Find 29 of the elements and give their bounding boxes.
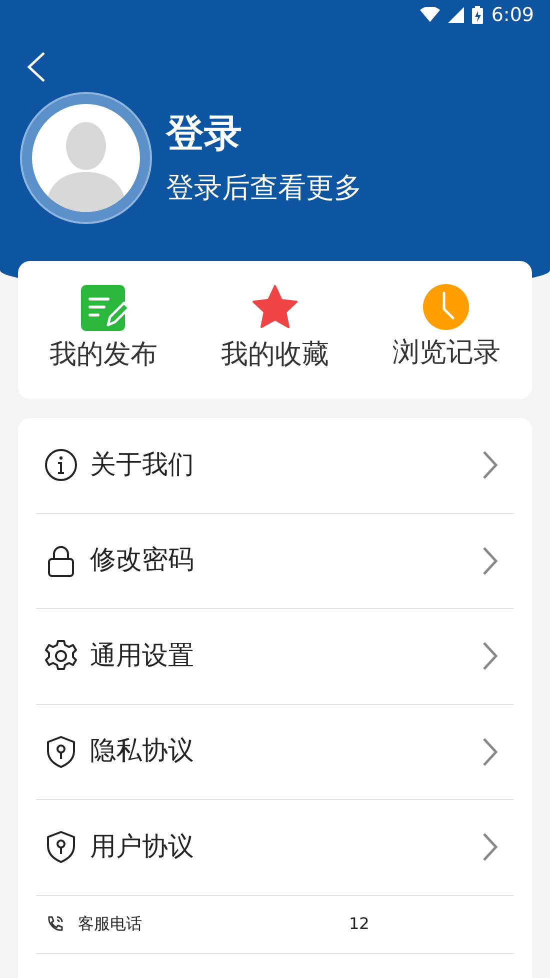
menu-item[interactable]: 隐私协议: [36, 704, 514, 800]
info-icon: [44, 448, 78, 482]
shield-icon: [44, 734, 78, 769]
chevron-right-icon: [482, 546, 498, 576]
chevron-right-icon: [482, 736, 498, 767]
chevron-right-icon: [482, 641, 498, 672]
status-time: 6:09: [491, 2, 534, 28]
wifi-icon: [420, 7, 440, 23]
shortcut-button[interactable]: 我的收藏: [189, 261, 361, 399]
chevron-right-icon: [482, 832, 498, 862]
note-pencil-icon: [78, 283, 129, 333]
battery-icon: [472, 6, 484, 24]
phone-icon: [46, 915, 64, 933]
menu-item[interactable]: 用户协议: [36, 800, 514, 896]
contact-label: 客服电话: [78, 913, 143, 935]
chevron-right-icon: [482, 450, 498, 480]
menu-item[interactable]: 通用设置: [36, 609, 514, 704]
menu-item[interactable]: 关于我们: [36, 418, 514, 514]
signal-icon: [448, 7, 464, 23]
login-subtitle: 登录后查看更多: [166, 174, 362, 202]
contact-row[interactable]: 客服电话 12: [36, 896, 514, 954]
contact-value: 12: [349, 913, 370, 935]
login-title[interactable]: 登录: [166, 114, 362, 152]
menu-item[interactable]: 修改密码: [36, 514, 514, 609]
person-silhouette-icon: [32, 104, 140, 212]
clock-icon: [422, 283, 470, 331]
shortcut-button[interactable]: 我的发布: [18, 261, 190, 399]
shield-icon: [44, 830, 78, 864]
shortcut-button[interactable]: 浏览记录: [360, 261, 532, 399]
